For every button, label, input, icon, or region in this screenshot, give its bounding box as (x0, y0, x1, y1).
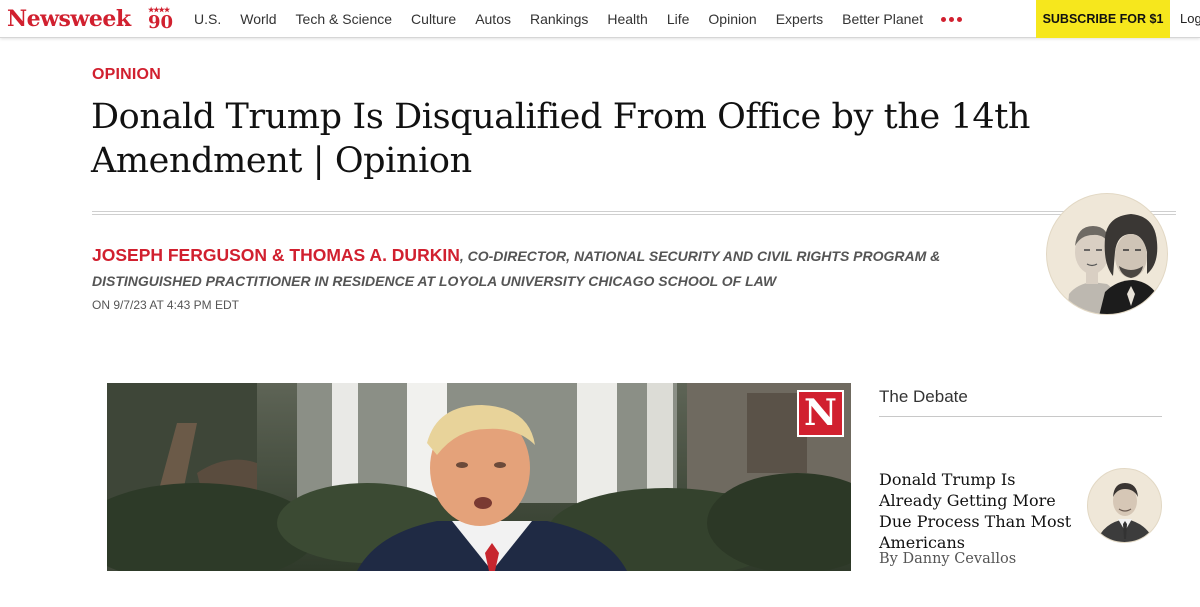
newsweek-logo[interactable]: Newsweek (7, 5, 131, 33)
nav-link-life[interactable]: Life (667, 0, 690, 38)
nav-link-world[interactable]: World (240, 0, 276, 38)
nav-link-health[interactable]: Health (607, 0, 647, 38)
author-names[interactable]: JOSEPH FERGUSON & THOMAS A. DURKIN (92, 245, 460, 265)
login-link[interactable]: Log (1180, 0, 1200, 38)
author-portraits-illustration (1067, 214, 1163, 314)
section-label[interactable]: OPINION (92, 66, 161, 84)
hero-image[interactable] (107, 383, 851, 571)
nav-link-rankings[interactable]: Rankings (530, 0, 588, 38)
related-article-title[interactable]: Donald Trump Is Already Getting More Due… (879, 469, 1074, 553)
nav-link-opinion[interactable]: Opinion (708, 0, 756, 38)
newsweek-n-badge: N (797, 390, 844, 437)
byline: JOSEPH FERGUSON & THOMAS A. DURKIN, CO-D… (92, 243, 1012, 294)
hero-photo-illustration (107, 383, 851, 571)
subscribe-button[interactable]: SUBSCRIBE FOR $1 (1036, 0, 1170, 38)
author-portraits (1046, 193, 1168, 315)
nav-links: U.S. World Tech & Science Culture Autos Ranki… (194, 0, 942, 38)
article-headline: Donald Trump Is Disqualified From Office… (91, 97, 1031, 181)
anniversary-90-badge: ★★★★ 90 (148, 5, 174, 33)
related-article-byline[interactable]: By Danny Cevallos (879, 551, 1016, 567)
sidebar-section-title: The Debate (879, 387, 968, 406)
sidebar-divider (879, 416, 1162, 417)
header-divider (92, 211, 1176, 215)
nav-link-experts[interactable]: Experts (776, 0, 823, 38)
nav-link-autos[interactable]: Autos (475, 0, 511, 38)
related-author-portrait (1096, 483, 1155, 542)
nav-link-culture[interactable]: Culture (411, 0, 456, 38)
nav-link-better-planet[interactable]: Better Planet (842, 0, 923, 38)
nav-link-u-s[interactable]: U.S. (194, 0, 221, 38)
more-dots-icon[interactable] (941, 10, 962, 28)
nav-link-tech-science[interactable]: Tech & Science (296, 0, 393, 38)
related-author-avatar[interactable] (1087, 468, 1162, 543)
publish-date: ON 9/7/23 AT 4:43 PM EDT (92, 298, 239, 312)
top-navigation: Newsweek ★★★★ 90 U.S. World Tech & Science… (0, 0, 1200, 38)
